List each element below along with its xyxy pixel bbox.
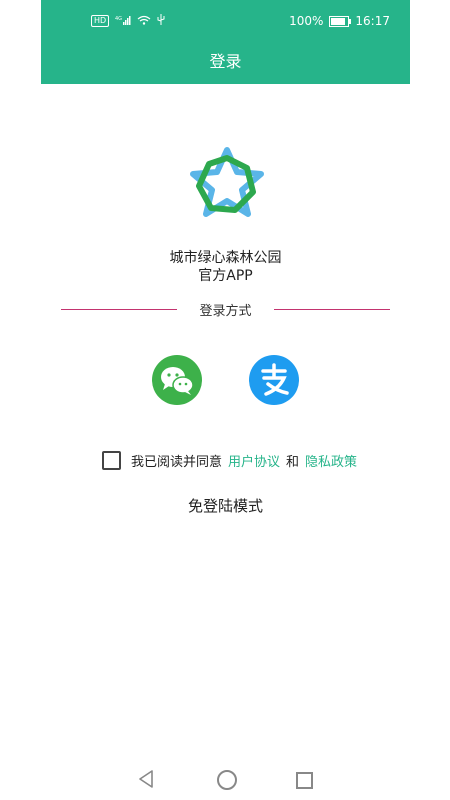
app-name: 城市绿心森林公园 官方APP bbox=[41, 249, 410, 285]
alipay-login-button[interactable] bbox=[249, 355, 299, 405]
agreement-row: 我已阅读并同意 用户协议 和 隐私政策 bbox=[102, 451, 357, 470]
login-method-divider: 登录方式 bbox=[61, 300, 390, 320]
signal-icon: 4G bbox=[115, 14, 131, 28]
privacy-policy-link[interactable]: 隐私政策 bbox=[305, 451, 357, 470]
home-icon[interactable] bbox=[217, 770, 237, 790]
header-bar: HD 4G 100% 16:17 登录 bbox=[41, 0, 410, 84]
page-title: 登录 bbox=[209, 52, 242, 71]
wechat-icon bbox=[161, 367, 194, 395]
wifi-icon bbox=[137, 14, 151, 28]
battery-percent: 100% bbox=[289, 14, 324, 28]
app-name-line2: 官方APP bbox=[198, 268, 253, 284]
divider-line-right bbox=[274, 309, 390, 310]
wechat-login-button[interactable] bbox=[152, 355, 202, 405]
app-name-line1: 城市绿心森林公园 bbox=[169, 250, 282, 266]
usb-icon bbox=[157, 14, 165, 28]
user-agreement-link[interactable]: 用户协议 bbox=[228, 451, 280, 470]
app-logo-icon bbox=[187, 144, 267, 224]
status-bar: HD 4G 100% 16:17 bbox=[41, 10, 410, 34]
svg-text:4G: 4G bbox=[115, 16, 122, 22]
system-nav-bar bbox=[41, 765, 410, 795]
battery-icon bbox=[329, 15, 352, 27]
agreement-checkbox[interactable] bbox=[102, 451, 121, 470]
recent-apps-icon[interactable] bbox=[296, 772, 313, 789]
alipay-icon bbox=[261, 363, 289, 396]
agreement-and: 和 bbox=[286, 455, 300, 470]
hd-badge: HD bbox=[91, 15, 110, 27]
app-screen: HD 4G 100% 16:17 登录 城市绿心森林公园 官方APP 登录方式 … bbox=[41, 0, 410, 800]
agreement-text: 我已阅读并同意 bbox=[131, 455, 223, 470]
clock: 16:17 bbox=[355, 14, 390, 28]
guest-mode-button[interactable]: 免登陆模式 bbox=[41, 495, 410, 516]
back-icon[interactable] bbox=[138, 770, 154, 788]
